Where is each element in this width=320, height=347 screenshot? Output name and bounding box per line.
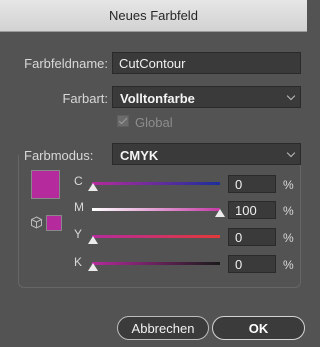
slider-y-track[interactable] xyxy=(92,235,220,238)
window-title: Neues Farbfeld xyxy=(109,8,198,23)
slider-m-track[interactable] xyxy=(92,208,220,211)
slider-y-input[interactable]: 0 xyxy=(228,228,276,246)
swatch-name-input[interactable]: CutContour xyxy=(112,52,301,74)
ok-button-label: OK xyxy=(248,320,269,336)
slider-k-track[interactable] xyxy=(92,262,220,265)
cube-icon[interactable] xyxy=(30,216,43,229)
ok-button[interactable]: OK xyxy=(212,316,305,340)
color-preview-swatch xyxy=(31,170,60,199)
slider-m-thumb[interactable] xyxy=(215,209,225,217)
cancel-button-label: Abbrechen xyxy=(131,320,195,336)
slider-y-unit: % xyxy=(283,231,294,245)
slider-y-label: Y xyxy=(74,227,83,241)
slider-c-value: 0 xyxy=(235,176,243,192)
slider-k-unit: % xyxy=(283,258,294,272)
color-type-value: Volltonfarbe xyxy=(120,91,195,106)
gamut-swatch[interactable] xyxy=(46,215,62,231)
color-type-label: Farbart: xyxy=(62,91,108,106)
cancel-button[interactable]: Abbrechen xyxy=(117,316,209,340)
slider-c-track[interactable] xyxy=(92,182,220,185)
swatch-name-label: Farbfeldname: xyxy=(24,56,108,71)
slider-k-value: 0 xyxy=(235,256,243,272)
slider-y-value: 0 xyxy=(235,229,243,245)
swatch-name-value: CutContour xyxy=(119,55,186,71)
slider-c-thumb[interactable] xyxy=(88,183,98,191)
slider-c-label: C xyxy=(74,174,83,188)
chevron-down-icon xyxy=(286,91,296,101)
color-mode-label: Farbmodus: xyxy=(24,148,97,163)
slider-c-input[interactable]: 0 xyxy=(228,175,276,193)
color-mode-value: CMYK xyxy=(120,148,159,163)
global-label: Global xyxy=(135,115,173,130)
chevron-down-icon xyxy=(286,148,296,158)
slider-k-label: K xyxy=(74,255,83,269)
slider-k-input[interactable]: 0 xyxy=(228,255,276,273)
slider-m-value: 100 xyxy=(235,202,257,218)
slider-m-input[interactable]: 100 xyxy=(228,201,276,219)
slider-y-thumb[interactable] xyxy=(88,236,98,244)
slider-c-unit: % xyxy=(283,178,294,192)
slider-m-unit: % xyxy=(283,204,294,218)
slider-k-thumb[interactable] xyxy=(88,263,98,271)
global-checkbox[interactable] xyxy=(117,115,129,127)
color-type-select[interactable]: Volltonfarbe xyxy=(112,86,301,108)
color-mode-select[interactable]: CMYK xyxy=(112,143,301,165)
slider-m-label: M xyxy=(74,200,84,214)
title-bar: Neues Farbfeld xyxy=(0,0,307,32)
